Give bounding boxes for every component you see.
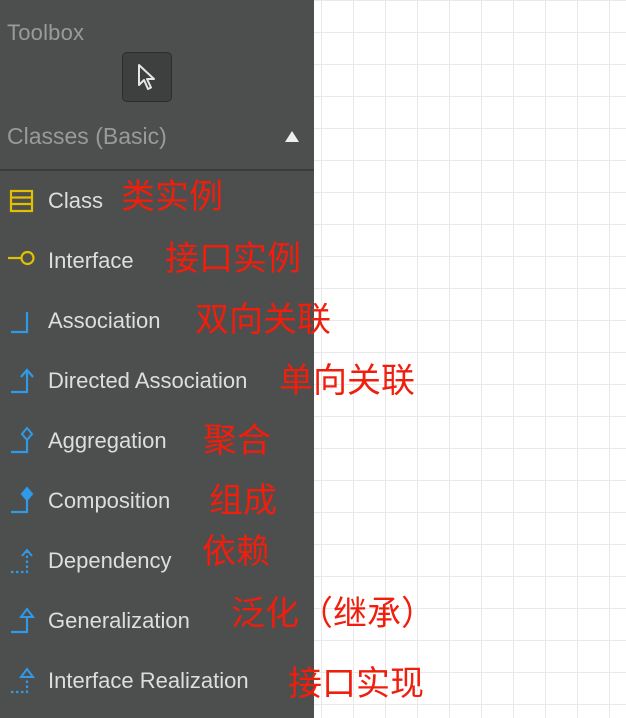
triangle-up-icon[interactable]: [285, 131, 299, 142]
tool-label-association: Association: [48, 308, 161, 333]
association-icon: [11, 312, 29, 334]
directed-association-icon: [11, 368, 34, 394]
tool-label-class: Class: [48, 188, 104, 213]
pointer-tool-button[interactable]: [122, 52, 172, 102]
dependency-icon: [11, 548, 33, 574]
toolbox-title: Toolbox: [7, 20, 85, 45]
tool-label-directed-association: Directed Association: [48, 368, 248, 393]
composition-icon: [11, 486, 34, 514]
tool-label-interface: Interface: [48, 248, 134, 273]
section-title: Classes (Basic): [7, 123, 167, 149]
tool-label-generalization: Generalization: [48, 608, 190, 633]
generalization-icon: [11, 607, 35, 634]
arrow-pointer-icon: [138, 64, 155, 90]
tool-label-interface-realization: Interface Realization: [48, 668, 249, 693]
interface-icon: [8, 250, 35, 266]
annotation-aggregation: 聚合: [203, 422, 271, 460]
annotation-composition: 组成: [209, 482, 277, 520]
annotation-interface-realization: 接口实现: [288, 665, 424, 703]
tool-item-interface-realization[interactable]: Interface Realization: [0, 652, 314, 712]
tool-item-directed-association[interactable]: Directed Association: [0, 352, 314, 412]
annotation-generalization: 泛化（继承）: [231, 595, 435, 633]
section-header-classes-basic[interactable]: Classes (Basic): [0, 120, 314, 171]
interface-realization-icon: [11, 667, 35, 694]
annotation-directed-association: 单向关联: [279, 362, 415, 400]
annotation-association: 双向关联: [195, 301, 331, 339]
annotation-interface: 接口实例: [165, 240, 301, 278]
tool-label-dependency: Dependency: [48, 548, 172, 573]
aggregation-icon: [11, 426, 34, 454]
tool-label-composition: Composition: [48, 488, 171, 513]
tool-label-aggregation: Aggregation: [48, 428, 167, 453]
annotation-class: 类实例: [121, 178, 223, 216]
annotation-dependency: 依赖: [202, 533, 270, 571]
class-icon: [9, 189, 34, 213]
